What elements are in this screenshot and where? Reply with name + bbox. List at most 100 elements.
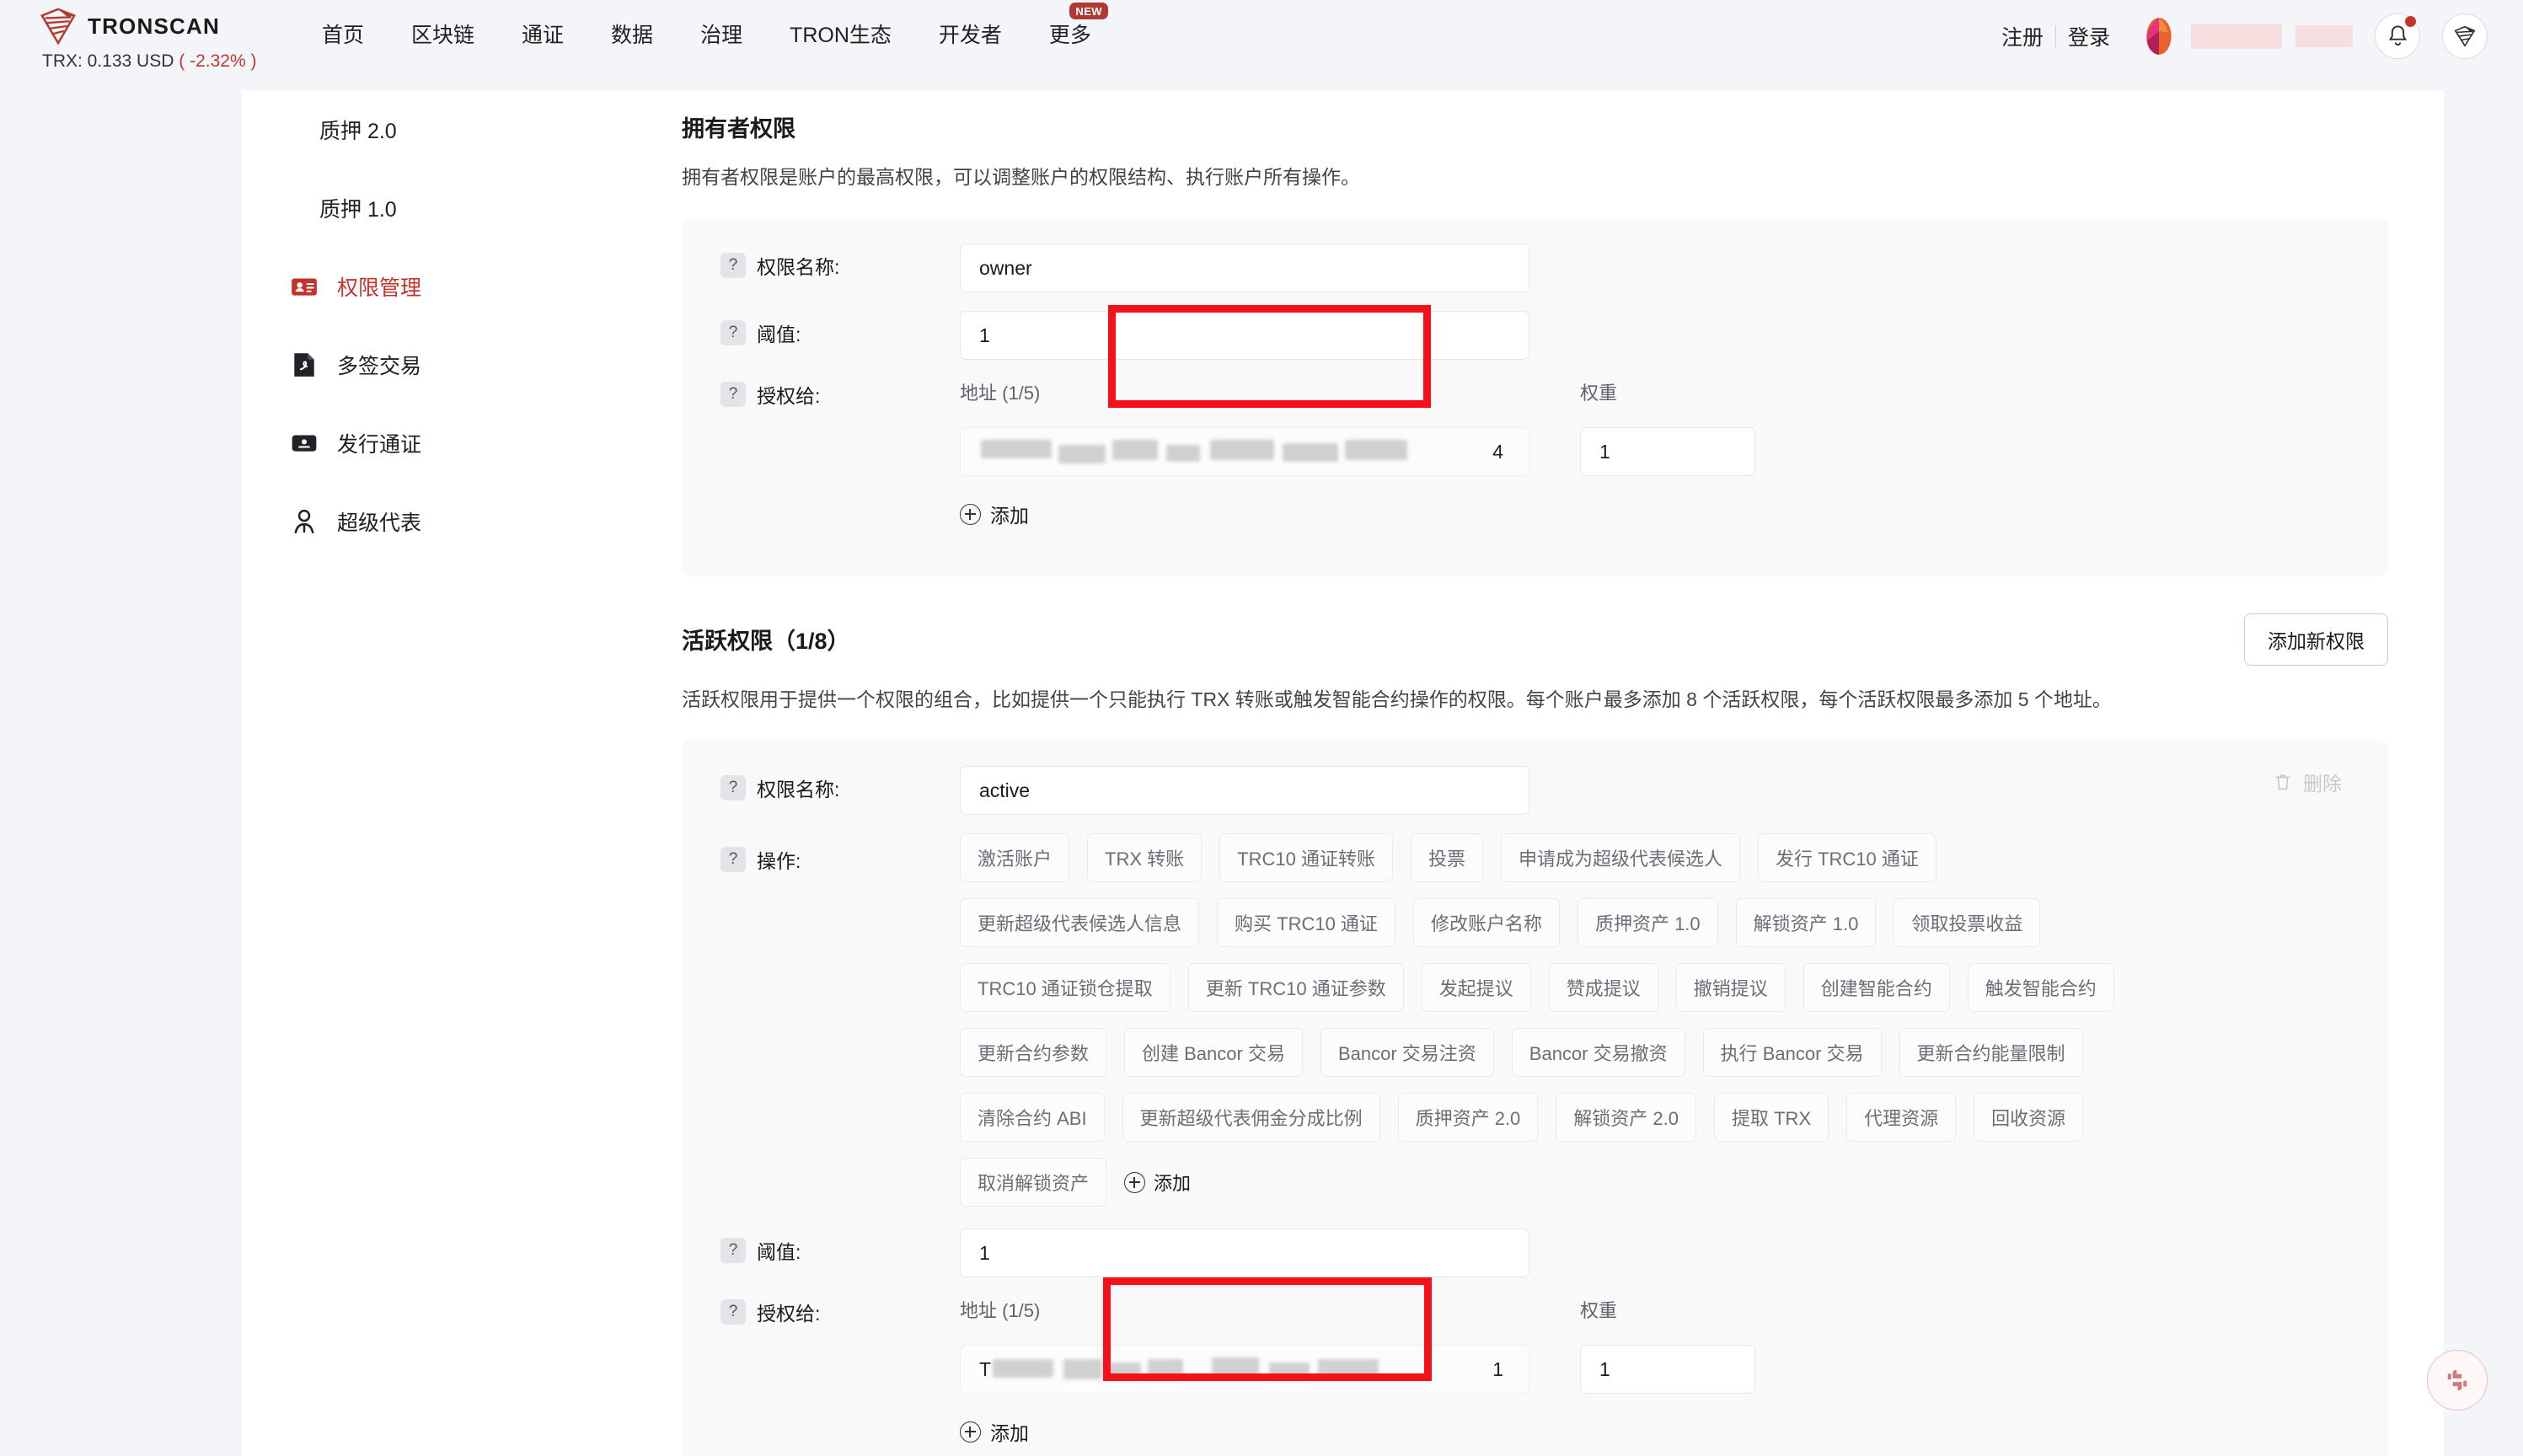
- redacted-account-name: [2191, 24, 2282, 49]
- sidebar-item-label: 发行通证: [337, 432, 422, 457]
- owner-grant-label: 授权给:: [757, 385, 821, 408]
- active-threshold-input[interactable]: 1: [960, 1228, 1529, 1278]
- owner-add-address-button[interactable]: 添加: [960, 500, 1029, 528]
- delete-permission-label: 删除: [2303, 773, 2342, 795]
- redacted-account-balance: [2295, 25, 2353, 47]
- sidebar-item-issue-token[interactable]: 发行通证: [242, 404, 624, 482]
- sidebar-item-permission-management[interactable]: 权限管理: [242, 247, 624, 325]
- operation-tag[interactable]: Bancor 交易注资: [1320, 1028, 1494, 1078]
- active-weight-header: 权重: [1580, 1300, 1618, 1322]
- owner-threshold-input[interactable]: 1: [960, 311, 1529, 361]
- operation-tag[interactable]: 创建 Bancor 交易: [1124, 1028, 1303, 1078]
- nav-item-developers[interactable]: 开发者: [915, 19, 1026, 49]
- active-permission-card: 删除 ? 权限名称: active ? 操作: 激活账户 TRX 转账 TRC1…: [682, 741, 2388, 1456]
- operation-tag[interactable]: 激活账户: [960, 833, 1070, 883]
- operation-tag[interactable]: 撤销提议: [1675, 963, 1786, 1013]
- owner-name-input[interactable]: owner: [960, 244, 1529, 293]
- wallet-avatar-icon[interactable]: [2140, 16, 2177, 56]
- operation-tag[interactable]: Bancor 交易撤资: [1511, 1028, 1685, 1078]
- operation-tag[interactable]: 更新超级代表佣金分成比例: [1122, 1093, 1380, 1143]
- sidebar-item-stake-2[interactable]: 质押 2.0: [242, 90, 624, 169]
- operation-tag[interactable]: 质押资产 1.0: [1577, 898, 1718, 948]
- operation-tag[interactable]: TRX 转账: [1087, 833, 1203, 883]
- operation-tag[interactable]: TRC10 通证锁仓提取: [960, 963, 1170, 1013]
- active-permission-header: 活跃权限（1/8） 添加新权限: [682, 613, 2388, 666]
- sidebar-item-label: 权限管理: [337, 276, 422, 300]
- register-link[interactable]: 注册: [1990, 21, 2055, 51]
- operation-tag[interactable]: 更新合约能量限制: [1899, 1028, 2083, 1078]
- operation-tag[interactable]: 解锁资产 2.0: [1556, 1093, 1696, 1143]
- owner-weight-input[interactable]: 1: [1580, 427, 1755, 477]
- trash-icon: [2275, 774, 2290, 790]
- feedback-button[interactable]: [2427, 1350, 2488, 1410]
- operation-tag[interactable]: 触发智能合约: [1967, 963, 2114, 1013]
- owner-weight-header: 权重: [1580, 383, 1618, 404]
- plus-circle-icon: [960, 1421, 981, 1443]
- add-new-permission-button[interactable]: 添加新权限: [2244, 613, 2388, 666]
- sidebar-item-stake-1[interactable]: 质押 1.0: [242, 169, 624, 247]
- notifications-button[interactable]: [2375, 13, 2420, 59]
- sidebar-item-super-representatives[interactable]: 超级代表: [242, 482, 624, 560]
- operation-tag[interactable]: 回收资源: [1974, 1093, 2084, 1143]
- help-icon[interactable]: ?: [720, 1299, 746, 1325]
- operation-tag[interactable]: 创建智能合约: [1803, 963, 1950, 1013]
- nav-item-more[interactable]: 更多 NEW: [1026, 3, 1115, 49]
- owner-weight-column: 权重 1: [1580, 378, 1755, 477]
- nav-item-tokens[interactable]: 通证: [498, 19, 587, 49]
- operation-tag[interactable]: 发起提议: [1421, 963, 1531, 1013]
- owner-name-label-group: ? 权限名称:: [682, 244, 960, 280]
- help-icon[interactable]: ?: [720, 382, 746, 408]
- active-name-input[interactable]: active: [960, 766, 1529, 816]
- add-operation-button[interactable]: 添加: [1124, 1169, 1191, 1196]
- book-stack-icon: [2454, 25, 2476, 47]
- delete-permission-button[interactable]: 删除: [2273, 768, 2342, 796]
- operation-tag[interactable]: 更新 TRC10 通证参数: [1187, 963, 1404, 1013]
- add-operation-label: 添加: [1154, 1173, 1192, 1195]
- active-name-label: 权限名称:: [757, 779, 840, 801]
- docs-button[interactable]: [2442, 13, 2488, 59]
- owner-grant-group: 地址 (1/5) 4 添加 权重 1: [960, 378, 1755, 529]
- nav-item-tron-ecosystem[interactable]: TRON生态: [766, 19, 915, 49]
- help-icon[interactable]: ?: [720, 320, 746, 346]
- operation-tag[interactable]: 执行 Bancor 交易: [1702, 1028, 1882, 1078]
- active-name-row: ? 权限名称: active: [682, 766, 2388, 816]
- notification-dot: [2405, 16, 2416, 27]
- operation-tag[interactable]: TRC10 通证转账: [1219, 833, 1393, 883]
- active-add-address-button[interactable]: 添加: [960, 1417, 1029, 1446]
- nav-item-data[interactable]: 数据: [587, 19, 677, 49]
- nav-item-governance[interactable]: 治理: [677, 19, 766, 49]
- operation-tag[interactable]: 投票: [1410, 833, 1483, 883]
- person-icon: [294, 509, 314, 533]
- operation-tag[interactable]: 清除合约 ABI: [960, 1093, 1105, 1143]
- nav-item-home[interactable]: 首页: [312, 19, 388, 49]
- help-icon[interactable]: ?: [720, 847, 746, 873]
- owner-permission-card: ? 权限名称: owner ? 阈值: 1 ? 授权给: 地址 (1/5) 4 …: [682, 218, 2388, 576]
- operation-tag[interactable]: 赞成提议: [1548, 963, 1658, 1013]
- operation-tag[interactable]: 解锁资产 1.0: [1735, 898, 1877, 948]
- page-body: 质押 2.0 质押 1.0 权限管理 多签交易 发行通证 超级代表 拥有者权限 …: [0, 90, 2523, 1456]
- operation-tag[interactable]: 代理资源: [1846, 1093, 1957, 1143]
- operation-tag[interactable]: 更新超级代表候选人信息: [960, 898, 1200, 948]
- help-icon[interactable]: ?: [720, 253, 746, 279]
- help-icon[interactable]: ?: [720, 775, 746, 801]
- active-address-input[interactable]: T 1: [960, 1345, 1529, 1394]
- operation-tag[interactable]: 发行 TRC10 通证: [1757, 833, 1936, 883]
- owner-threshold-row: ? 阈值: 1: [682, 311, 2388, 361]
- owner-grant-row: ? 授权给: 地址 (1/5) 4 添加 权重 1: [682, 378, 2388, 529]
- operation-tag[interactable]: 更新合约参数: [960, 1028, 1107, 1078]
- operation-tag[interactable]: 取消解锁资产: [960, 1158, 1107, 1207]
- operation-tag[interactable]: 修改账户名称: [1412, 898, 1560, 948]
- nav-item-blockchain[interactable]: 区块链: [388, 19, 498, 49]
- help-icon[interactable]: ?: [720, 1238, 746, 1264]
- sidebar: 质押 2.0 质押 1.0 权限管理 多签交易 发行通证 超级代表: [242, 90, 624, 1456]
- operation-tag[interactable]: 领取投票收益: [1894, 898, 2041, 948]
- operation-tag[interactable]: 购买 TRC10 通证: [1217, 898, 1395, 948]
- brand-block[interactable]: TRONSCAN TRX: 0.133 USD ( -2.32% ): [39, 7, 256, 72]
- owner-address-input[interactable]: 4: [960, 427, 1529, 477]
- operation-tag[interactable]: 提取 TRX: [1714, 1093, 1829, 1143]
- sidebar-item-multisign-transactions[interactable]: 多签交易: [242, 325, 624, 404]
- operation-tag[interactable]: 质押资产 2.0: [1397, 1093, 1539, 1143]
- active-weight-input[interactable]: 1: [1580, 1345, 1755, 1394]
- login-link[interactable]: 登录: [2056, 21, 2122, 51]
- operation-tag[interactable]: 申请成为超级代表候选人: [1500, 833, 1740, 883]
